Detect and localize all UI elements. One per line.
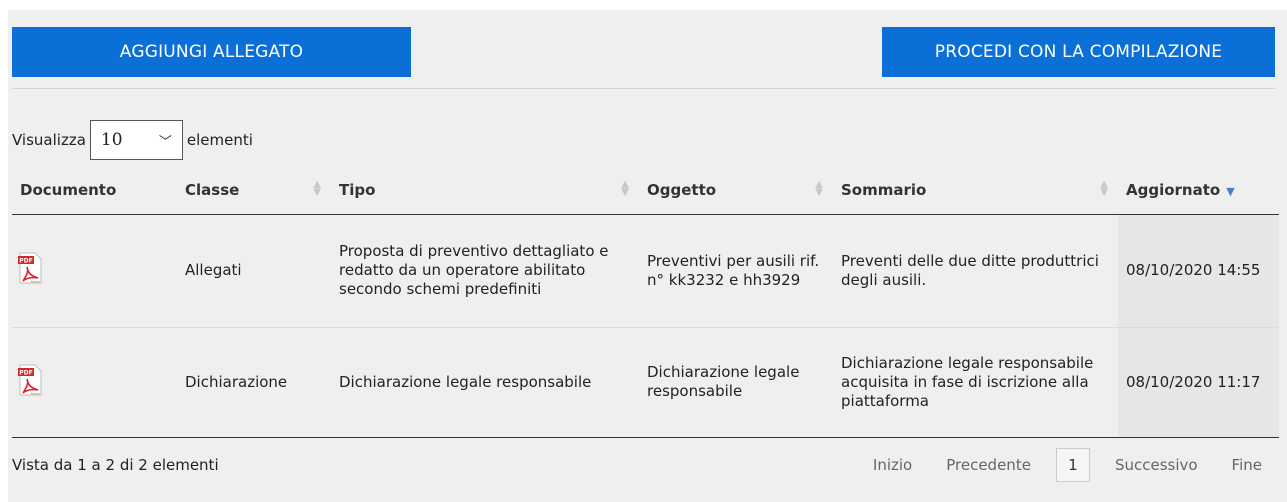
column-header-documento[interactable]: Documento	[12, 166, 177, 215]
type-cell: Proposta di preventivo dettagliato e red…	[331, 214, 639, 328]
column-header-aggiornato[interactable]: Aggiornato ▼	[1118, 166, 1279, 215]
svg-text:Adobe: Adobe	[31, 280, 41, 284]
table-row: PDF Adobe Allegati Proposta di preventiv…	[12, 214, 1279, 328]
column-header-classe[interactable]: Classe ▲ ▼	[177, 166, 331, 215]
subject-cell: Dichiarazione legale responsabile	[639, 327, 833, 438]
pagination-previous[interactable]: Precedente	[929, 456, 1048, 474]
updated-cell: 08/10/2020 14:55	[1118, 214, 1279, 328]
class-cell: Dichiarazione	[177, 327, 331, 438]
column-header-oggetto[interactable]: Oggetto ▲ ▼	[639, 166, 833, 215]
toolbar: AGGIUNGI ALLEGATO PROCEDI CON LA COMPILA…	[12, 27, 1275, 89]
pagination-first[interactable]: Inizio	[856, 456, 929, 474]
column-header-tipo[interactable]: Tipo ▲ ▼	[331, 166, 639, 215]
subject-cell: Preventivi per ausili rif. n° kk3232 e h…	[639, 214, 833, 328]
sort-both-icon: ▲ ▼	[621, 179, 629, 198]
page-length-select[interactable]: 10 ﹀	[89, 120, 183, 160]
proceed-compilation-button[interactable]: PROCEDI CON LA COMPILAZIONE	[882, 27, 1275, 77]
class-cell: Allegati	[177, 214, 331, 328]
updated-cell: 08/10/2020 11:17	[1118, 327, 1279, 438]
type-cell: Dichiarazione legale responsabile	[331, 327, 639, 438]
page-length-control: Visualizza 10 ﹀ elementi	[12, 120, 253, 160]
table-header-row: Documento Classe ▲ ▼ Tipo ▲ ▼ Oggetto ▲ ▼ Somm…	[12, 166, 1279, 215]
sort-both-icon: ▲ ▼	[1100, 179, 1108, 198]
table-footer: Vista da 1 a 2 di 2 elementi Inizio Prec…	[12, 444, 1279, 486]
chevron-down-icon: ﹀	[158, 135, 172, 150]
pdf-file-icon[interactable]: PDF Adobe	[18, 364, 42, 396]
add-attachment-button[interactable]: AGGIUNGI ALLEGATO	[12, 27, 411, 77]
summary-cell: Dichiarazione legale responsabile acquis…	[833, 327, 1118, 438]
pagination-page-1[interactable]: 1	[1055, 448, 1090, 482]
length-suffix-label: elementi	[186, 131, 253, 149]
column-header-sommario[interactable]: Sommario ▲ ▼	[833, 166, 1118, 215]
sort-both-icon: ▲ ▼	[313, 179, 321, 198]
pagination-next[interactable]: Successivo	[1098, 456, 1215, 474]
documents-table: Documento Classe ▲ ▼ Tipo ▲ ▼ Oggetto ▲ ▼ Somm…	[12, 166, 1279, 438]
pagination: Inizio Precedente 1 Successivo Fine	[856, 448, 1279, 482]
summary-cell: Preventi delle due ditte produttrici deg…	[833, 214, 1118, 328]
document-cell[interactable]: PDF Adobe	[12, 327, 177, 438]
pagination-last[interactable]: Fine	[1215, 456, 1279, 474]
sort-desc-icon: ▼	[1226, 184, 1235, 198]
table-info: Vista da 1 a 2 di 2 elementi	[12, 456, 219, 474]
length-prefix-label: Visualizza	[12, 131, 86, 149]
table-row: PDF Adobe Dichiarazione Dichiarazione le…	[12, 327, 1279, 438]
svg-text:Adobe: Adobe	[31, 391, 41, 395]
svg-text:PDF: PDF	[19, 369, 32, 376]
svg-text:PDF: PDF	[19, 258, 32, 265]
document-cell[interactable]: PDF Adobe	[12, 214, 177, 328]
page-length-value: 10	[100, 130, 123, 150]
pdf-file-icon[interactable]: PDF Adobe	[18, 252, 42, 284]
sort-both-icon: ▲ ▼	[815, 179, 823, 198]
